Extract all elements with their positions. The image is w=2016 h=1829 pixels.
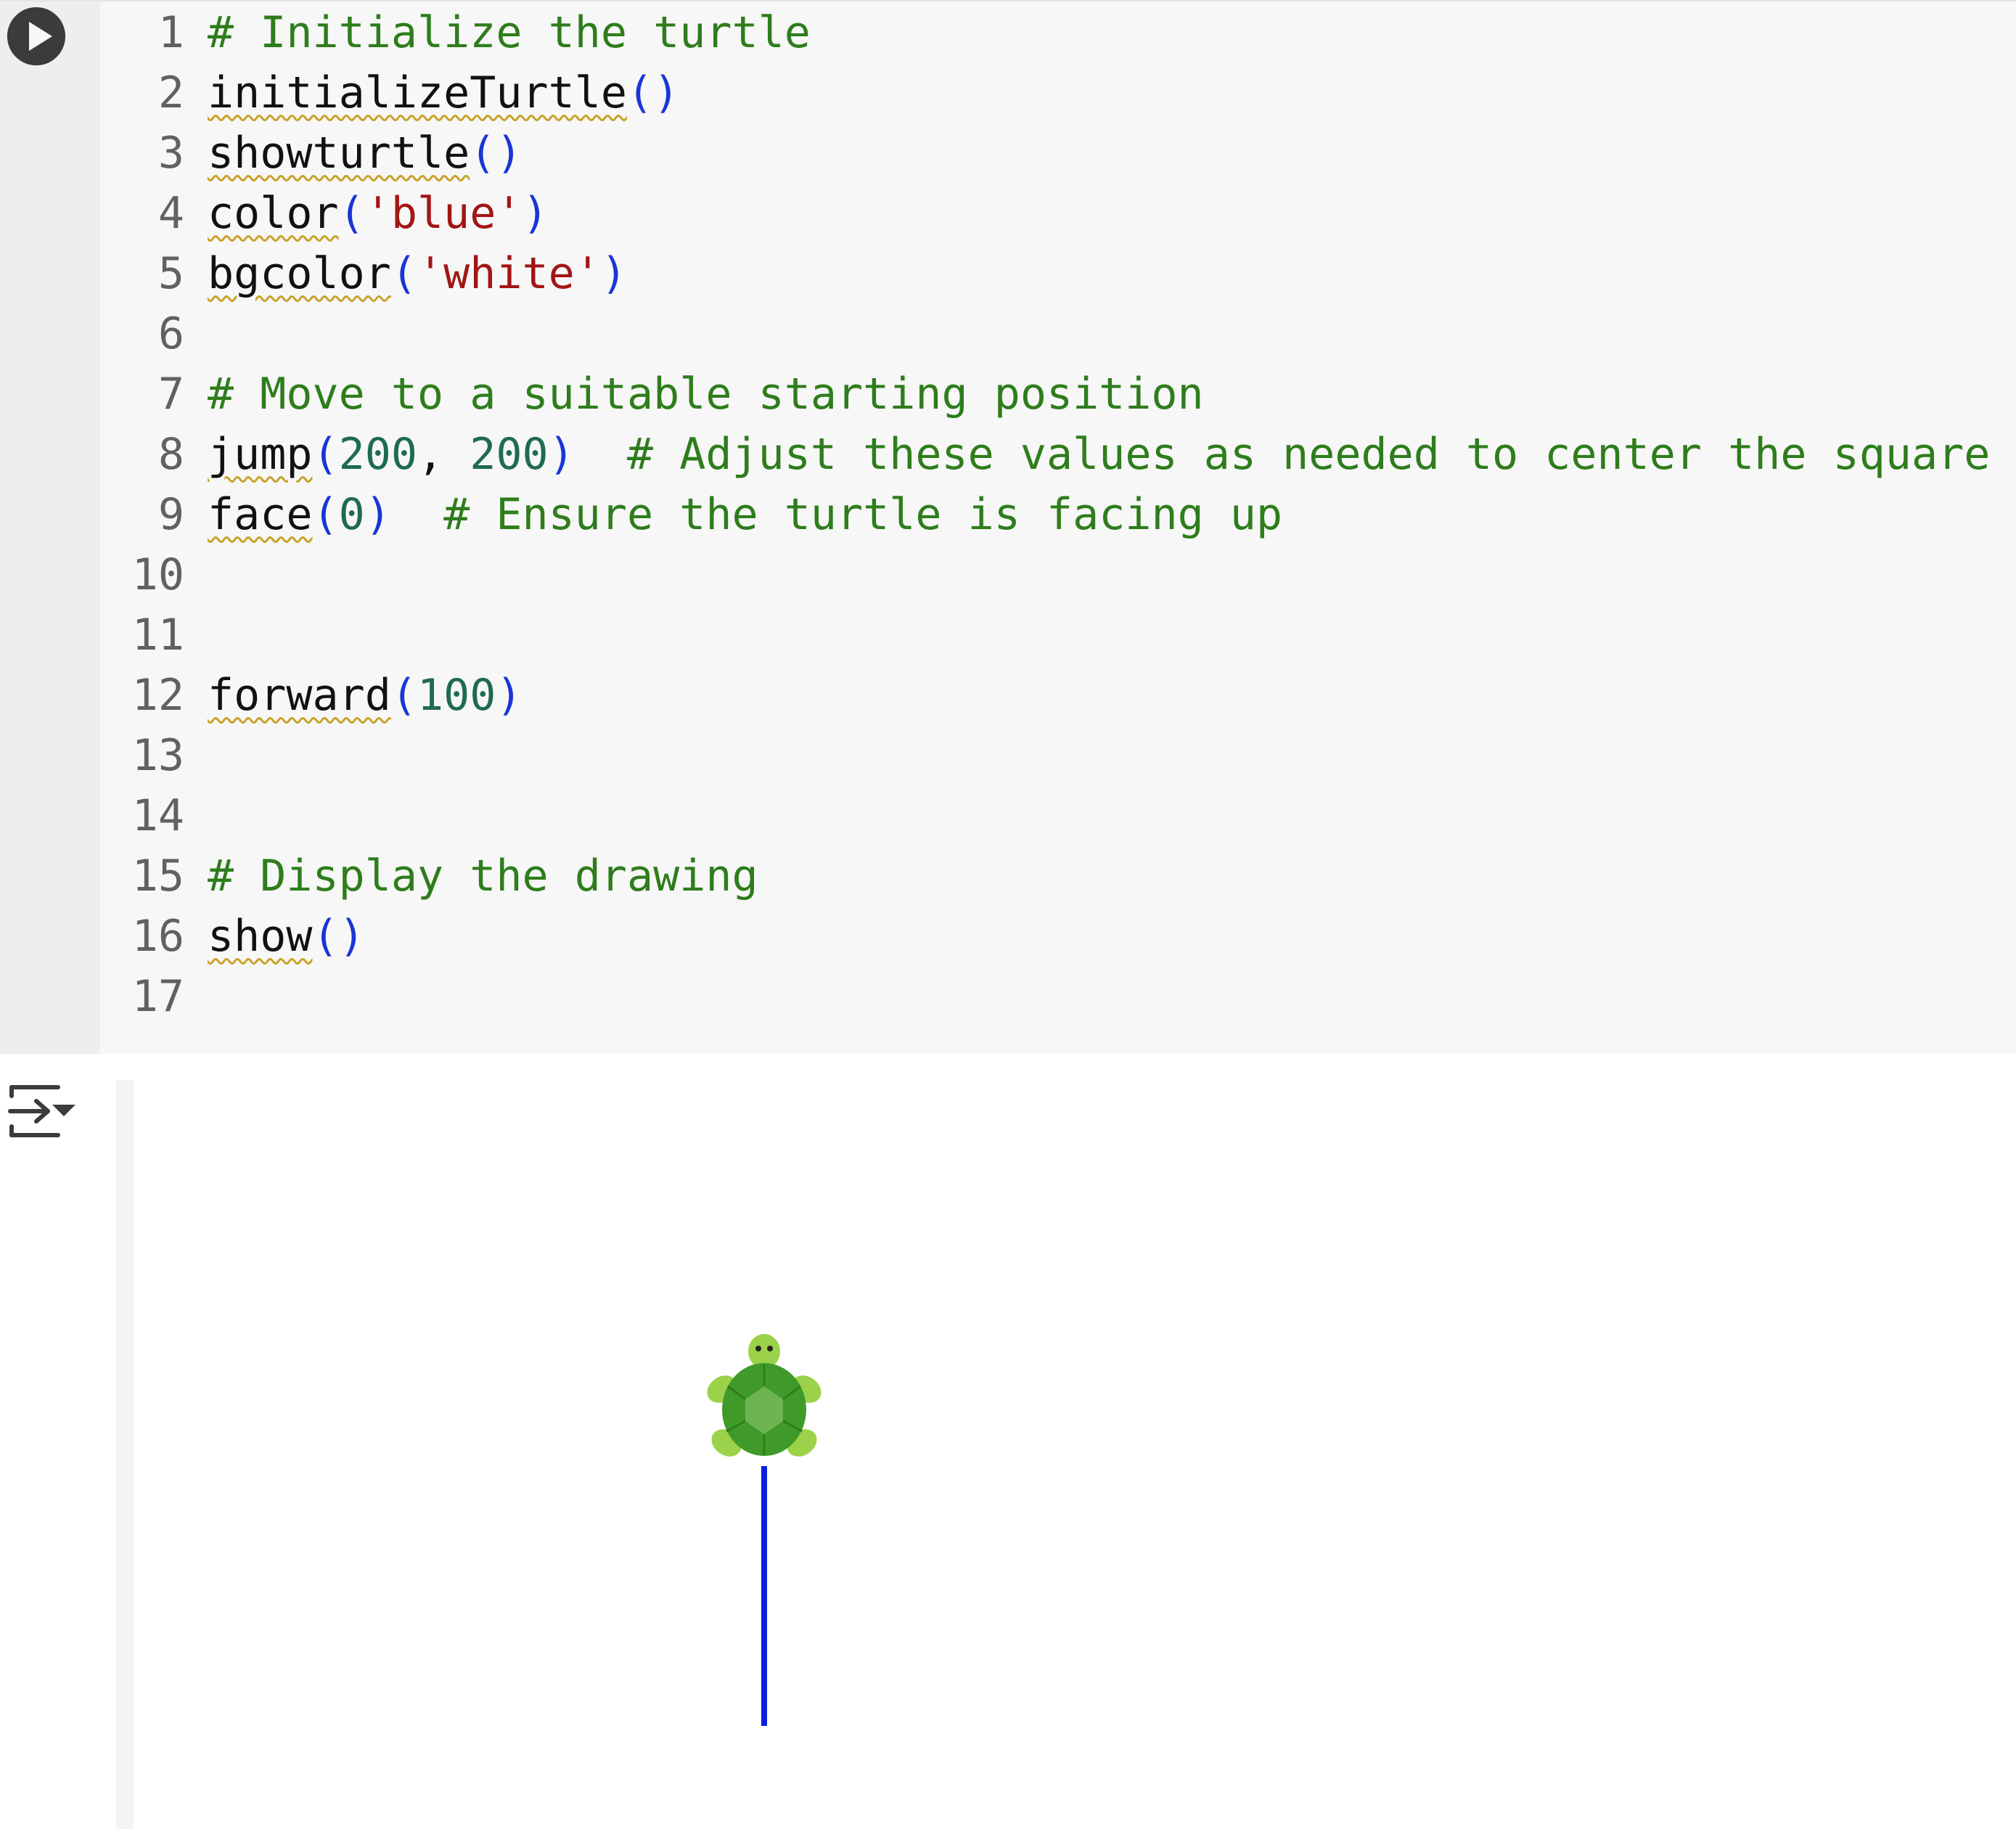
- code-comment: # Initialize the turtle: [208, 7, 811, 58]
- cell-gutter: [0, 1, 100, 1055]
- line-number: 17: [131, 971, 184, 1022]
- turtle-canvas: [134, 1094, 2016, 1829]
- code-string: 'blue': [364, 188, 523, 239]
- code-number: 0: [338, 489, 365, 540]
- line-number: 7: [157, 369, 184, 420]
- code-paren: ): [496, 670, 523, 721]
- code-line[interactable]: 17: [100, 967, 208, 1027]
- code-paren: (: [338, 188, 365, 239]
- code-line[interactable]: 11: [100, 605, 208, 666]
- line-number: 11: [131, 610, 184, 660]
- line-number: 6: [157, 308, 184, 359]
- code-paren: (): [626, 67, 680, 118]
- code-number: 200: [338, 429, 417, 480]
- code-function: initializeTurtle: [208, 67, 627, 118]
- cell-output: [0, 1054, 2016, 1829]
- code-editor[interactable]: 1 # Initialize the turtle 2 initializeTurtl…: [100, 1, 2016, 1055]
- output-sidebar: [116, 1080, 134, 1829]
- code-line[interactable]: 7 # Move to a suitable starting position: [100, 364, 1204, 425]
- code-line[interactable]: 16 show(): [100, 907, 365, 967]
- code-paren: (): [470, 128, 523, 179]
- code-paren: (): [312, 911, 365, 962]
- line-number: 12: [131, 670, 184, 721]
- code-function: color: [208, 188, 339, 239]
- code-cell[interactable]: 1 # Initialize the turtle 2 initializeTurtl…: [0, 0, 2016, 1055]
- output-collapse-icon: [8, 1085, 75, 1137]
- code-line[interactable]: 14: [100, 786, 208, 846]
- code-function: face: [208, 489, 313, 540]
- line-number: 2: [157, 67, 184, 118]
- code-function: forward: [208, 670, 391, 721]
- line-number: 14: [131, 790, 184, 841]
- notebook-page: 1 # Initialize the turtle 2 initializeTurtl…: [0, 0, 2016, 1829]
- line-number: 13: [131, 730, 184, 781]
- code-function: bgcolor: [208, 248, 391, 299]
- code-line[interactable]: 2 initializeTurtle(): [100, 63, 679, 123]
- line-number: 10: [131, 549, 184, 600]
- line-number: 16: [131, 911, 184, 962]
- code-number: 200: [470, 429, 549, 480]
- code-number: 100: [417, 670, 496, 721]
- code-function: showturtle: [208, 128, 470, 179]
- line-number: 3: [157, 128, 184, 179]
- line-number: 15: [131, 851, 184, 901]
- code-line[interactable]: 10: [100, 545, 208, 605]
- code-comment: # Display the drawing: [208, 851, 758, 901]
- line-number: 5: [157, 248, 184, 299]
- code-line[interactable]: 8 jump(200, 200) # Adjust these values as…: [100, 425, 1991, 485]
- code-paren: ): [364, 489, 391, 540]
- code-line[interactable]: 9 face(0) # Ensure the turtle is facing u…: [100, 485, 1282, 545]
- code-paren: (: [312, 489, 339, 540]
- code-function: jump: [208, 429, 313, 480]
- code-paren: ): [600, 248, 627, 299]
- code-string: 'white': [417, 248, 601, 299]
- line-number: 4: [157, 188, 184, 239]
- output-toggle-button[interactable]: [4, 1079, 77, 1144]
- code-line[interactable]: 1 # Initialize the turtle: [100, 3, 811, 63]
- code-paren: (: [312, 429, 339, 480]
- code-line[interactable]: 6: [100, 304, 208, 364]
- code-line[interactable]: 15 # Display the drawing: [100, 846, 758, 907]
- play-circle-icon: [7, 7, 65, 65]
- code-comment: # Move to a suitable starting position: [208, 369, 1204, 420]
- code-line[interactable]: 3 showturtle(): [100, 123, 523, 184]
- code-comment: # Adjust these values as needed to cente…: [627, 429, 1991, 480]
- code-paren: ): [522, 188, 549, 239]
- line-number: 1: [157, 7, 184, 58]
- code-paren: (: [390, 248, 417, 299]
- code-line[interactable]: 13: [100, 726, 208, 786]
- code-function: show: [208, 911, 313, 962]
- line-number: 8: [157, 429, 184, 480]
- code-line[interactable]: 12 forward(100): [100, 666, 523, 726]
- line-number: 9: [157, 489, 184, 540]
- code-line[interactable]: 5 bgcolor('white'): [100, 244, 627, 304]
- turtle-icon: [707, 1334, 821, 1457]
- code-paren: (: [390, 670, 417, 721]
- code-paren: ): [548, 429, 575, 480]
- code-text: ,: [417, 429, 470, 480]
- run-cell-button[interactable]: [7, 7, 65, 65]
- code-comment: # Ensure the turtle is facing up: [443, 489, 1283, 540]
- code-line[interactable]: 4 color('blue'): [100, 184, 549, 244]
